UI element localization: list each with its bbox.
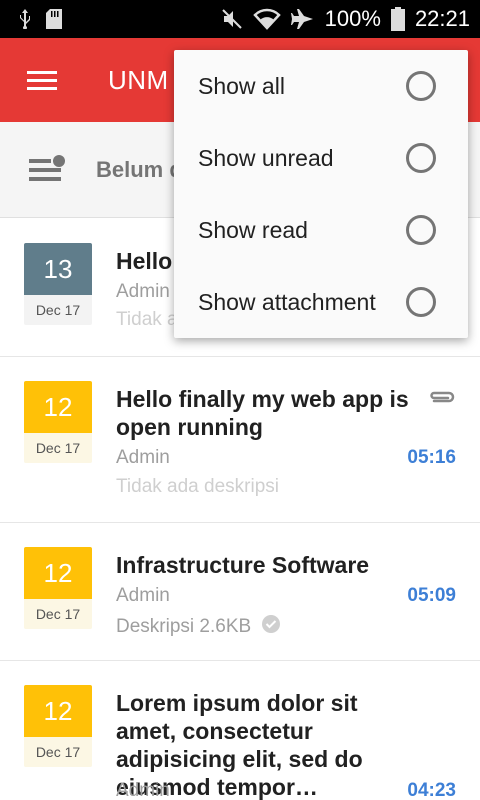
- radio-button[interactable]: [406, 215, 436, 245]
- message-time: 04:23: [407, 780, 456, 800]
- message-title: Infrastructure Software: [116, 552, 370, 578]
- list-item[interactable]: 12 Dec 17 Infrastructure Software Admin …: [0, 523, 480, 661]
- date-badge: 12 Dec 17: [24, 547, 92, 629]
- radio-button[interactable]: [406, 143, 436, 173]
- sd-card-icon: [46, 9, 62, 29]
- menu-item-show-attachment[interactable]: Show attachment: [174, 266, 468, 338]
- clock: 22:21: [414, 6, 470, 31]
- description-text: Tidak ada deskripsi: [116, 476, 279, 497]
- date-month: Dec 17: [24, 737, 92, 767]
- date-day: 12: [24, 685, 92, 737]
- radio-button[interactable]: [406, 71, 436, 101]
- filter-popup-menu: Show all Show unread Show read Show atta…: [174, 50, 468, 338]
- menu-item-label: Show all: [198, 72, 285, 99]
- usb-icon: [18, 9, 32, 29]
- date-day: 13: [24, 243, 92, 295]
- message-author: Admin: [116, 780, 170, 800]
- list-item[interactable]: 12 Dec 17 Lorem ipsum dolor sit amet, co…: [0, 661, 480, 800]
- menu-item-show-unread[interactable]: Show unread: [174, 122, 468, 194]
- message-title: Hello finally my web app is open running: [116, 386, 409, 440]
- message-description: Tidak a: [116, 309, 178, 331]
- wifi-icon: [252, 8, 281, 30]
- description-text: Deskripsi 2.6KB: [116, 616, 252, 637]
- date-badge: 12 Dec 17: [24, 381, 92, 463]
- date-badge: 12 Dec 17: [24, 685, 92, 767]
- list-item[interactable]: 12 Dec 17 Hello finally my web app is op…: [0, 357, 480, 523]
- message-description: Tidak ada deskripsi: [116, 476, 279, 498]
- filter-label: Belum d: [96, 156, 183, 182]
- menu-item-label: Show unread: [198, 144, 334, 171]
- screen: 100% 22:21 UNM Belum d 13 Dec 17 Hello A…: [0, 0, 480, 800]
- date-badge: 13 Dec 17: [24, 243, 92, 325]
- filter-list-icon[interactable]: [0, 122, 96, 218]
- hamburger-menu-icon[interactable]: [0, 38, 84, 122]
- date-day: 12: [24, 547, 92, 599]
- app-title: UNM: [108, 64, 169, 95]
- message-description: Deskripsi 2.6KB: [116, 614, 281, 640]
- date-month: Dec 17: [35, 302, 81, 318]
- description-text: Tidak a: [116, 309, 178, 330]
- message-time: 05:16: [407, 447, 456, 468]
- message-author: Admin: [116, 281, 170, 302]
- airplane-icon: [290, 8, 315, 30]
- message-time: 05:09: [407, 585, 456, 606]
- menu-item-label: Show read: [198, 216, 308, 243]
- menu-item-label: Show attachment: [198, 288, 376, 315]
- message-author: Admin: [116, 585, 170, 606]
- status-bar: 100% 22:21: [0, 0, 480, 38]
- attachment-icon: [428, 389, 456, 410]
- menu-item-show-all[interactable]: Show all: [174, 50, 468, 122]
- battery-icon: [390, 7, 405, 31]
- menu-item-show-read[interactable]: Show read: [174, 194, 468, 266]
- battery-percent: 100%: [324, 6, 381, 31]
- date-month: Dec 17: [24, 433, 92, 463]
- date-day: 12: [24, 381, 92, 433]
- message-author: Admin: [116, 447, 170, 468]
- check-circle-icon: [261, 614, 281, 640]
- radio-button[interactable]: [406, 287, 436, 317]
- date-month: Dec 17: [24, 599, 92, 629]
- mute-icon: [221, 8, 243, 30]
